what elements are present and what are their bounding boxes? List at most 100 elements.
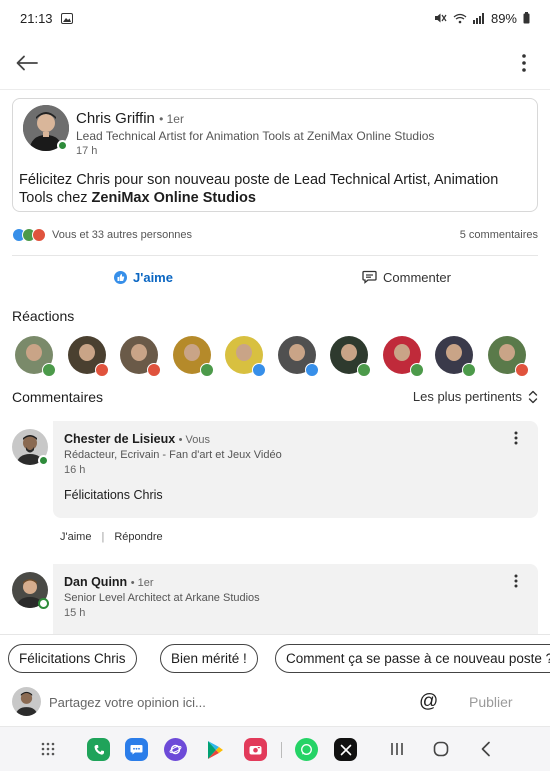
reactor-photo — [498, 344, 515, 361]
author-headline: Lead Technical Artist for Animation Tool… — [76, 129, 435, 143]
whatsapp-app-icon[interactable] — [295, 738, 318, 761]
divider — [12, 255, 538, 256]
commenter-headline: Senior Level Architect at Arkane Studios — [64, 592, 260, 604]
reactor-photo — [288, 344, 305, 361]
reactor-avatar[interactable] — [172, 336, 214, 377]
commenter-name-line[interactable]: Dan Quinn • 1er — [64, 575, 154, 589]
more-vertical-icon — [514, 574, 518, 588]
recents-button[interactable] — [387, 739, 407, 759]
support-reaction-badge-icon — [409, 363, 424, 377]
more-vertical-icon — [522, 54, 526, 72]
reactor-avatar[interactable] — [277, 336, 319, 377]
reactor-photo — [26, 344, 42, 361]
back-button[interactable] — [12, 48, 42, 78]
camera-glyph-icon — [249, 746, 262, 755]
commenter-name[interactable]: Chester de Lisieux — [64, 432, 175, 446]
company-mention[interactable]: ZeniMax Online Studios — [92, 190, 256, 206]
post-card[interactable]: Chris Griffin • 1er Lead Technical Artis… — [12, 98, 538, 212]
comment-reply-button[interactable]: Répondre — [114, 531, 162, 543]
love-reaction-badge-icon — [147, 363, 161, 377]
suggested-reply-chip[interactable]: Félicitations Chris — [8, 644, 137, 673]
sort-label: Les plus pertinents — [412, 389, 522, 404]
app-drawer-button[interactable] — [38, 739, 58, 759]
love-reaction-icon — [32, 228, 46, 242]
comment-bubble[interactable]: Chester de Lisieux • Vous Rédacteur, Ecr… — [53, 421, 538, 518]
support-reaction-badge-icon — [42, 363, 56, 377]
comment-more-button[interactable] — [514, 574, 526, 592]
home-button[interactable] — [431, 739, 451, 759]
battery-icon — [523, 12, 530, 24]
gallery-notification-icon — [60, 12, 73, 24]
like-reaction-badge-icon — [304, 363, 319, 377]
reactor-avatar[interactable] — [225, 336, 266, 377]
system-back-button[interactable] — [476, 739, 496, 759]
grid-dots-icon — [41, 742, 55, 756]
publish-button[interactable]: Publier — [469, 694, 513, 710]
suggested-reply-chip[interactable]: Bien mérité ! — [160, 644, 258, 673]
comment-input[interactable]: Partagez votre opinion ici... — [49, 695, 206, 710]
wifi-icon — [453, 13, 467, 23]
comments-title: Commentaires — [12, 389, 104, 405]
comment-composer: Partagez votre opinion ici... @ Publier — [0, 682, 550, 724]
reactions-title: Réactions — [12, 308, 75, 324]
comment-button[interactable]: Commenter — [275, 262, 538, 292]
commenter-name[interactable]: Dan Quinn — [64, 575, 127, 589]
post-action-row: J'aime Commenter — [12, 262, 538, 292]
sort-comments-button[interactable]: Les plus pertinents — [413, 389, 538, 404]
status-bar: 21:13 89% — [0, 0, 550, 36]
reaction-icons-stack — [12, 228, 46, 242]
online-status-dot — [38, 598, 49, 609]
comment-actions: J'aime | Répondre — [60, 531, 163, 543]
more-vertical-icon — [514, 431, 518, 445]
camera-app-icon[interactable] — [244, 738, 267, 761]
messages-app-icon[interactable] — [125, 738, 148, 761]
reactor-avatar[interactable] — [435, 336, 476, 377]
author-name-line[interactable]: Chris Griffin • 1er — [76, 110, 184, 127]
like-button[interactable]: J'aime — [12, 262, 275, 292]
comment-icon — [362, 270, 377, 284]
reactor-avatar[interactable] — [487, 336, 529, 377]
internet-browser-icon[interactable] — [164, 738, 187, 761]
taskbar-divider — [281, 742, 282, 758]
play-store-icon[interactable] — [203, 738, 226, 761]
reactor-photo — [183, 344, 200, 361]
comment-button-label: Commenter — [383, 269, 451, 285]
author-degree: • 1er — [159, 112, 184, 126]
reactor-photo — [236, 344, 252, 361]
reactor-avatar[interactable] — [330, 336, 371, 377]
reactions-summary-link[interactable]: Vous et 33 autres personnes — [12, 228, 192, 242]
chevron-left-icon — [481, 741, 490, 757]
commenter-headline: Rédacteur, Ecrivain - Fan d'art et Jeux … — [64, 449, 282, 461]
reactor-photo — [393, 344, 410, 361]
more-options-button[interactable] — [510, 48, 538, 78]
reactor-photo — [131, 344, 147, 361]
comment-bubble[interactable]: Dan Quinn • 1er Senior Level Architect a… — [53, 564, 538, 634]
x-app-icon[interactable] — [334, 738, 357, 761]
author-name[interactable]: Chris Griffin — [76, 110, 155, 127]
love-reaction-badge-icon — [514, 363, 529, 377]
comment-like-button[interactable]: J'aime — [60, 531, 91, 543]
battery-percent: 89% — [490, 10, 517, 26]
like-button-label: J'aime — [133, 269, 173, 285]
online-status-dot — [38, 455, 49, 466]
comment-time: 15 h — [64, 607, 86, 619]
mute-icon — [434, 13, 447, 23]
reactor-avatar[interactable] — [382, 336, 424, 377]
reactor-avatar[interactable] — [120, 336, 161, 377]
suggested-reply-chip[interactable]: Comment ça se passe à ce nouveau poste ? — [275, 644, 550, 673]
x-logo-icon — [340, 744, 351, 755]
arrow-left-icon — [16, 55, 38, 71]
commenter-name-line[interactable]: Chester de Lisieux • Vous — [64, 432, 210, 446]
commenter-degree: • 1er — [130, 577, 154, 589]
comment-more-button[interactable] — [514, 431, 526, 449]
like-filled-icon — [114, 270, 128, 284]
comments-count[interactable]: 5 commentaires — [460, 229, 538, 241]
comment-time: 16 h — [64, 464, 86, 476]
mention-button[interactable]: @ — [419, 691, 438, 713]
reactor-avatar[interactable] — [67, 336, 109, 377]
reactor-photo — [78, 344, 95, 361]
phone-app-icon[interactable] — [87, 738, 110, 761]
post-time: 17 h — [76, 145, 98, 157]
reactor-avatar[interactable] — [15, 336, 56, 377]
suggested-replies-row: Félicitations Chris Bien mérité ! Commen… — [0, 634, 550, 682]
